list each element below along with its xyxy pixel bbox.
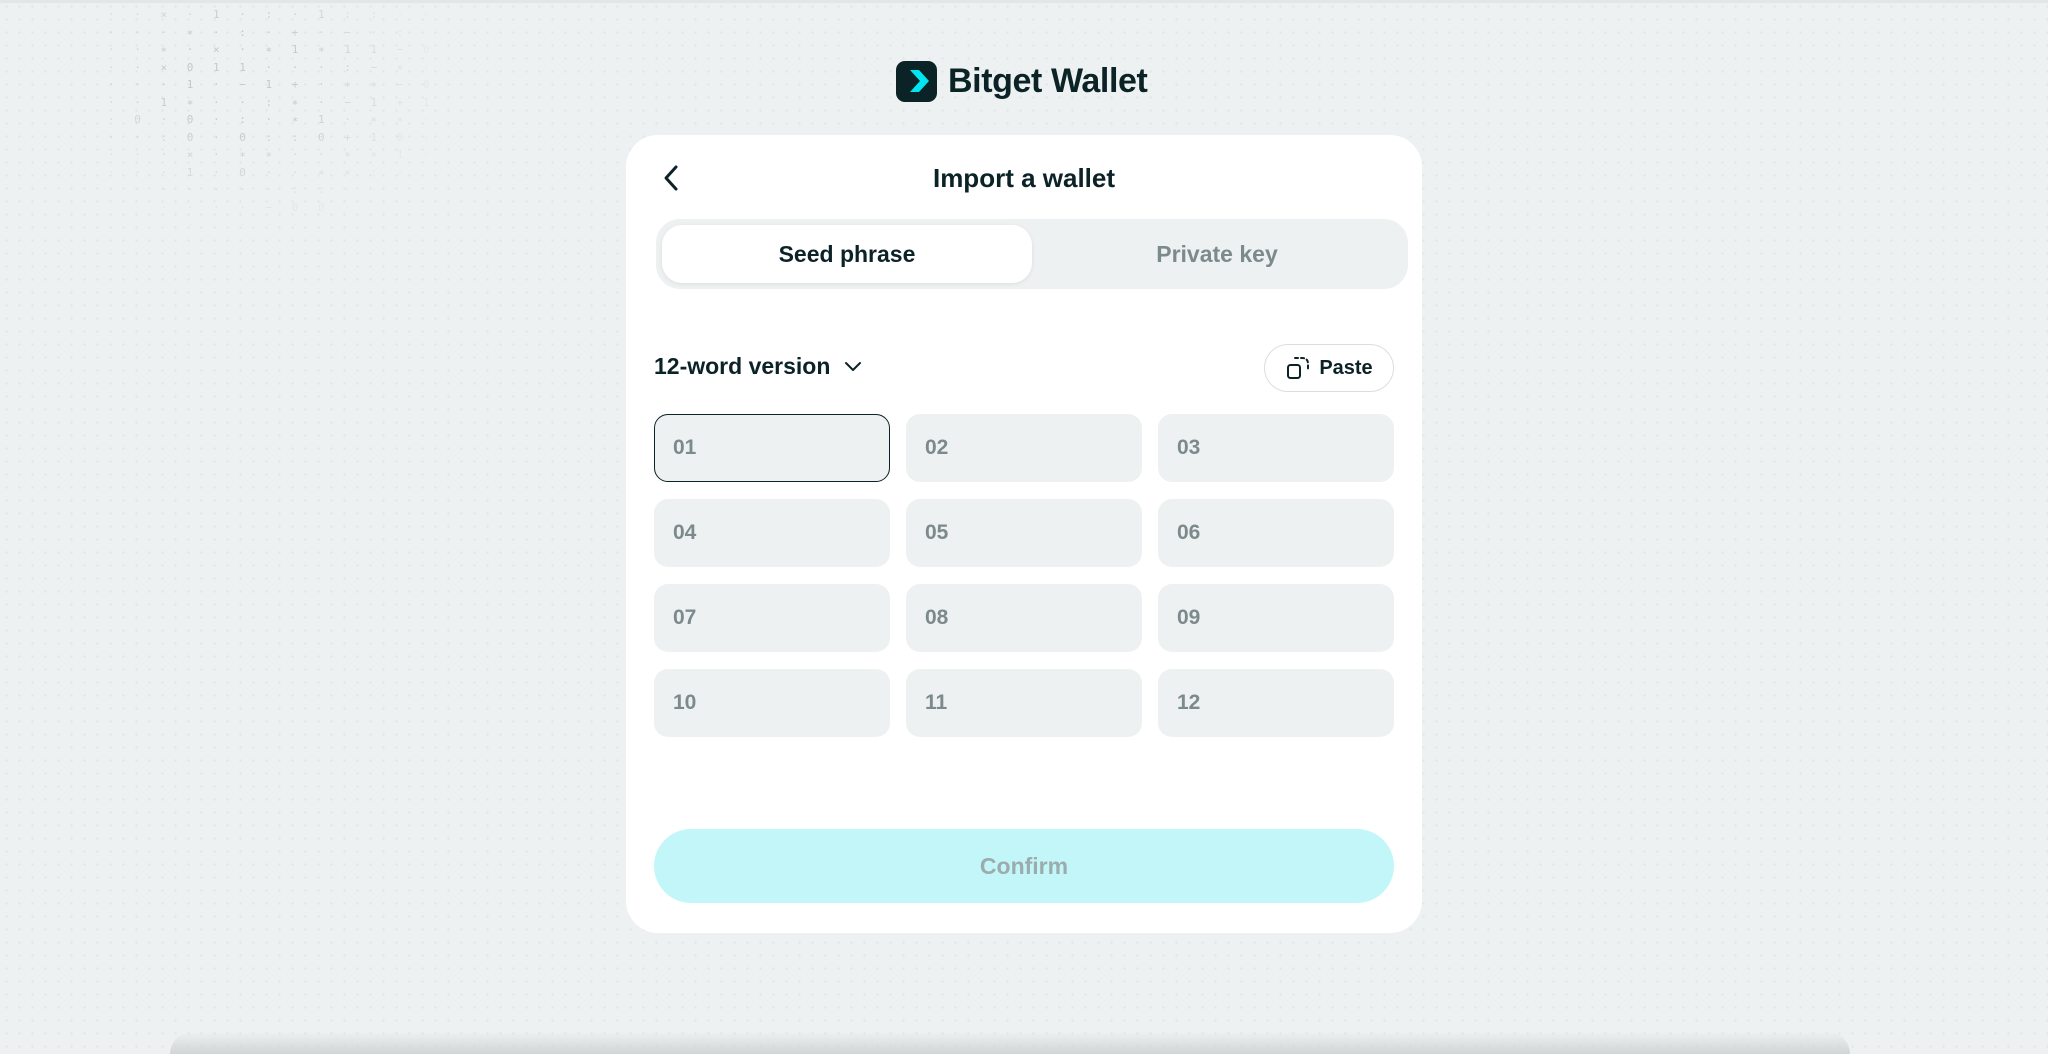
bottom-shadow <box>170 1032 1850 1054</box>
seed-word-placeholder: 08 <box>925 606 949 629</box>
seed-word-input-02[interactable]: 02 <box>906 414 1142 482</box>
seed-word-input-12[interactable]: 12 <box>1158 669 1394 737</box>
seed-word-placeholder: 01 <box>673 436 697 459</box>
matrix-pattern-icon: · · × · 1 · : · 1 : : · ∗ 1 · 1 0 · · · … <box>108 8 725 231</box>
paste-icon <box>1287 357 1310 379</box>
seed-word-input-01[interactable]: 01 <box>654 414 890 482</box>
brand-logo: Bitget Wallet <box>896 60 1148 102</box>
top-border <box>0 0 2048 3</box>
word-count-label: 12-word version <box>654 353 831 379</box>
seed-word-placeholder: 12 <box>1177 691 1201 714</box>
seed-word-grid: 01 02 03 04 05 06 07 08 09 10 11 12 <box>654 414 1394 737</box>
seed-word-placeholder: 03 <box>1177 436 1201 459</box>
chevron-down-icon <box>845 361 862 371</box>
seed-word-placeholder: 05 <box>925 521 949 544</box>
seed-word-input-10[interactable]: 10 <box>654 669 890 737</box>
seed-word-placeholder: 10 <box>673 691 697 714</box>
seed-word-placeholder: 06 <box>1177 521 1201 544</box>
confirm-button[interactable]: Confirm <box>654 829 1394 903</box>
seed-word-input-07[interactable]: 07 <box>654 584 890 652</box>
seed-word-placeholder: 11 <box>925 691 948 714</box>
paste-button[interactable]: Paste <box>1264 344 1394 392</box>
seed-word-input-06[interactable]: 06 <box>1158 499 1394 567</box>
paste-label: Paste <box>1319 356 1373 379</box>
seed-word-placeholder: 04 <box>673 521 697 544</box>
tab-private-key[interactable]: Private key <box>1032 225 1402 283</box>
seed-word-placeholder: 02 <box>925 436 949 459</box>
seed-word-input-09[interactable]: 09 <box>1158 584 1394 652</box>
tab-seed-phrase[interactable]: Seed phrase <box>662 225 1032 283</box>
seed-word-input-08[interactable]: 08 <box>906 584 1142 652</box>
seed-word-input-11[interactable]: 11 <box>906 669 1142 737</box>
bitget-logo-icon <box>896 60 937 102</box>
import-method-tabs: Seed phrase Private key <box>656 219 1408 289</box>
word-count-dropdown[interactable]: 12-word version <box>654 353 862 380</box>
import-wallet-card: Import a wallet Seed phrase Private key … <box>626 135 1422 933</box>
page-title: Import a wallet <box>932 163 1116 193</box>
seed-word-input-04[interactable]: 04 <box>654 499 890 567</box>
seed-word-input-03[interactable]: 03 <box>1158 414 1394 482</box>
brand-name: Bitget Wallet <box>948 61 1148 100</box>
seed-word-placeholder: 07 <box>673 606 697 629</box>
seed-word-placeholder: 09 <box>1177 606 1201 629</box>
seed-word-input-05[interactable]: 05 <box>906 499 1142 567</box>
